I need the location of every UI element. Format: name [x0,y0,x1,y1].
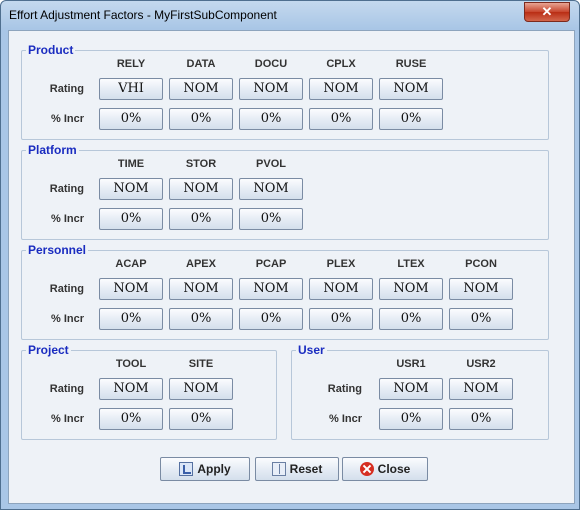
stor-rating-button[interactable]: NOM [169,178,233,200]
column-header-pcon: PCON [465,258,497,270]
column-header-usr2: USR2 [466,358,496,370]
rating-row-label: Rating [49,83,84,95]
incr-row-label: % Incr [50,413,84,425]
data-rating-button[interactable]: NOM [169,78,233,100]
time-rating-button[interactable]: NOM [99,178,163,200]
close-label: Close [377,462,411,476]
rely-incr-button[interactable]: 0% [99,108,163,130]
tool-incr-button[interactable]: 0% [99,408,163,430]
title-bar[interactable]: Effort Adjustment Factors - MyFirstSubCo… [1,1,579,29]
column-header-ltex: LTEX [397,258,425,270]
column-header-plex: PLEX [326,258,356,270]
window-close-button[interactable]: ✕ [524,2,570,22]
rating-row-label: Rating [49,283,84,295]
column-header-pvol: PVOL [256,158,286,170]
pvol-rating-button[interactable]: NOM [239,178,303,200]
column-header-data: DATA [186,58,216,70]
usr1-incr-button[interactable]: 0% [379,408,443,430]
docu-incr-button[interactable]: 0% [239,108,303,130]
column-header-docu: DOCU [254,58,288,70]
docu-rating-button[interactable]: NOM [239,78,303,100]
rely-rating-button[interactable]: VHI [99,78,163,100]
cplx-rating-button[interactable]: NOM [309,78,373,100]
apex-incr-button[interactable]: 0% [169,308,233,330]
column-header-site: SITE [188,358,214,370]
ruse-incr-button[interactable]: 0% [379,108,443,130]
apex-rating-button[interactable]: NOM [169,278,233,300]
reset-button[interactable]: Reset [255,457,339,481]
ruse-rating-button[interactable]: NOM [379,78,443,100]
window-title: Effort Adjustment Factors - MyFirstSubCo… [9,8,277,22]
acap-incr-button[interactable]: 0% [99,308,163,330]
personnel-group-title: Personnel [26,242,89,258]
column-header-acap: ACAP [115,258,147,270]
plex-incr-button[interactable]: 0% [309,308,373,330]
column-header-ruse: RUSE [395,58,427,70]
apply-label: Apply [197,462,231,476]
cplx-incr-button[interactable]: 0% [309,108,373,130]
personnel-group: Personnel ACAP APEX PCAP PLEX LTEX PCON … [21,242,549,340]
apply-button[interactable]: Apply [160,457,250,481]
product-group-title: Product [26,42,76,58]
close-button[interactable]: Close [342,457,428,481]
rating-row-label: Rating [49,183,84,195]
platform-group: Platform TIME STOR PVOL Rating % Incr NO… [21,142,549,240]
tool-rating-button[interactable]: NOM [99,378,163,400]
site-rating-button[interactable]: NOM [169,378,233,400]
usr2-incr-button[interactable]: 0% [449,408,513,430]
data-incr-button[interactable]: 0% [169,108,233,130]
project-group: Project TOOL SITE Rating % Incr NOM NOM … [21,342,277,440]
project-group-title: Project [26,342,71,358]
platform-group-title: Platform [26,142,79,158]
incr-row-label: % Incr [328,413,362,425]
ltex-incr-button[interactable]: 0% [379,308,443,330]
column-header-apex: APEX [186,258,216,270]
column-header-tool: TOOL [115,358,147,370]
column-header-stor: STOR [185,158,217,170]
pcap-incr-button[interactable]: 0% [239,308,303,330]
pcon-incr-button[interactable]: 0% [449,308,513,330]
reset-label: Reset [289,462,323,476]
time-incr-button[interactable]: 0% [99,208,163,230]
user-group: User USR1 USR2 Rating % Incr NOM NOM 0% … [291,342,549,440]
incr-row-label: % Incr [50,113,84,125]
apply-icon [179,462,194,476]
column-header-pcap: PCAP [255,258,287,270]
dialog-window: Effort Adjustment Factors - MyFirstSubCo… [0,0,580,510]
column-header-usr1: USR1 [396,358,426,370]
ltex-rating-button[interactable]: NOM [379,278,443,300]
pcon-rating-button[interactable]: NOM [449,278,513,300]
incr-row-label: % Incr [50,213,84,225]
pvol-incr-button[interactable]: 0% [239,208,303,230]
column-header-rely: RELY [116,58,146,70]
site-incr-button[interactable]: 0% [169,408,233,430]
usr1-rating-button[interactable]: NOM [379,378,443,400]
close-icon [359,462,374,476]
column-header-time: TIME [117,158,145,170]
plex-rating-button[interactable]: NOM [309,278,373,300]
product-group: Product RELY DATA DOCU CPLX RUSE Rating … [21,42,549,140]
stor-incr-button[interactable]: 0% [169,208,233,230]
column-header-cplx: CPLX [326,58,356,70]
acap-rating-button[interactable]: NOM [99,278,163,300]
rating-row-label: Rating [327,383,362,395]
pcap-rating-button[interactable]: NOM [239,278,303,300]
user-group-title: User [296,342,327,358]
dialog-content: Product RELY DATA DOCU CPLX RUSE Rating … [8,30,575,504]
book-icon [271,462,286,476]
incr-row-label: % Incr [50,313,84,325]
usr2-rating-button[interactable]: NOM [449,378,513,400]
rating-row-label: Rating [49,383,84,395]
